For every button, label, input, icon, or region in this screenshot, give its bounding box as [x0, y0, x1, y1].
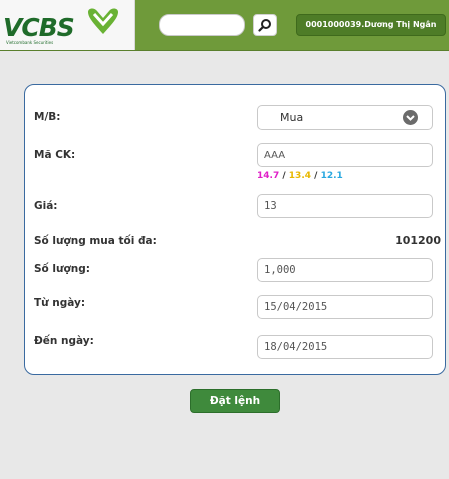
logo-heart-icon — [88, 8, 118, 34]
mb-selected-value: Mua — [280, 111, 304, 124]
price-separator: / — [282, 171, 286, 181]
search-icon — [258, 19, 271, 32]
from-date-input[interactable] — [257, 295, 433, 319]
place-order-button[interactable]: Đặt lệnh — [190, 389, 280, 413]
floor-price: 12.1 — [320, 171, 343, 181]
to-date-input[interactable] — [257, 335, 433, 359]
user-account-button[interactable]: 0001000039.Dương Thị Ngân — [296, 14, 446, 36]
qty-label: Số lượng: — [34, 263, 90, 275]
logo-subtext: Vietcombank Securities — [6, 40, 54, 45]
price-separator: / — [314, 171, 318, 181]
reference-price: 13.4 — [288, 171, 312, 181]
price-input[interactable] — [257, 194, 433, 218]
to-date-label: Đến ngày: — [34, 335, 94, 347]
search-input[interactable] — [159, 14, 245, 36]
ref-prices: 14.7 / 13.4 / 12.1 — [257, 171, 343, 181]
logo-text: VCBS — [3, 13, 75, 42]
qty-input[interactable] — [257, 258, 433, 282]
symbol-input[interactable] — [257, 143, 433, 167]
chevron-down-icon — [403, 110, 418, 125]
order-form: M/B: Mua Mã CK: 14.7 / 13.4 / 12.1 Giá: … — [24, 84, 446, 375]
max-qty-value: 101200 — [395, 234, 441, 247]
top-bar: VCBS Vietcombank Securities 0001000039.D… — [0, 0, 449, 51]
price-label: Giá: — [34, 200, 58, 212]
logo[interactable]: VCBS Vietcombank Securities — [0, 0, 135, 50]
mb-label: M/B: — [34, 111, 61, 123]
from-date-label: Từ ngày: — [34, 297, 86, 309]
symbol-label: Mã CK: — [34, 149, 76, 161]
ceiling-price: 14.7 — [257, 171, 280, 181]
max-qty-label: Số lượng mua tối đa: — [34, 235, 157, 247]
search-button[interactable] — [253, 14, 277, 36]
mb-select[interactable]: Mua — [257, 105, 433, 130]
